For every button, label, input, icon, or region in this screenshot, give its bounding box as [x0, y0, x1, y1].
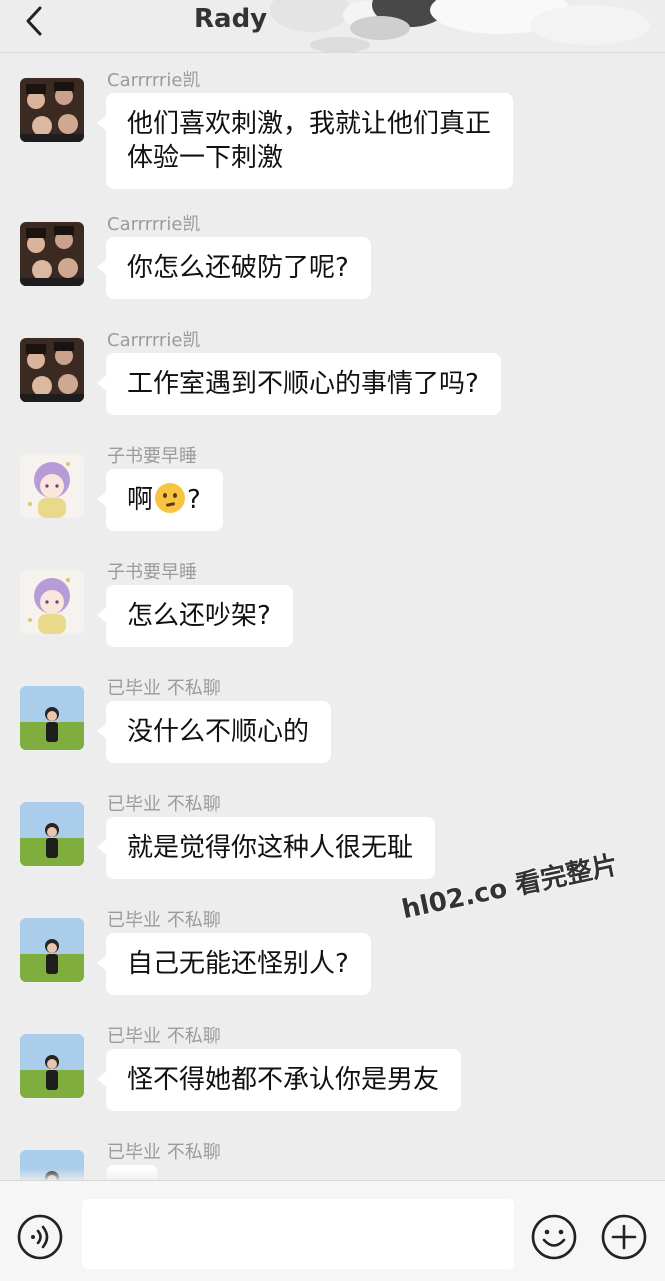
field-girl-avatar[interactable]: [20, 686, 84, 750]
message-text: 自己无能还怪别人?: [127, 949, 349, 979]
field-girl-avatar[interactable]: [20, 918, 84, 982]
message-bubble[interactable]: 他们喜欢刺激，我就让他们真正 体验一下刺激: [96, 93, 514, 189]
message-text: 他们喜欢刺激，我就让他们真正: [127, 109, 492, 139]
message-bubble[interactable]: 工作室遇到不顺心的事情了吗?: [97, 353, 501, 415]
message-input[interactable]: [82, 1199, 514, 1269]
group-photo-avatar[interactable]: [20, 78, 84, 142]
message-text: 没什么不顺心的: [127, 717, 310, 747]
voice-icon[interactable]: [16, 1213, 64, 1261]
field-girl-avatar[interactable]: [20, 1034, 84, 1098]
message-bubble[interactable]: 怪不得她都不承认你是男友: [96, 1049, 462, 1111]
sender-name: 已毕业 不私聊: [107, 910, 221, 931]
sender-name: 子书要早睡: [107, 562, 197, 583]
chat-title: Rady: [194, 4, 268, 34]
chevron-left-icon[interactable]: [18, 4, 52, 38]
message-text: 啊: [127, 485, 154, 515]
group-photo-avatar[interactable]: [20, 222, 84, 286]
sender-name: 已毕业 不私聊: [107, 678, 221, 699]
message-text: 怎么还吵架?: [127, 601, 271, 631]
anime-girl-avatar[interactable]: [20, 454, 84, 518]
message-bubble[interactable]: 啊?: [97, 469, 223, 531]
message-text-suffix: ?: [187, 485, 201, 515]
sender-name: Carrrrrie凯: [107, 70, 201, 91]
plus-icon[interactable]: [600, 1213, 648, 1261]
message-text: 体验一下刺激: [127, 143, 284, 173]
message-bubble[interactable]: 怎么还吵架?: [97, 585, 293, 647]
message-bubble[interactable]: 你怎么还破防了呢?: [97, 237, 371, 299]
sender-name: Carrrrrie凯: [107, 330, 201, 351]
group-photo-avatar[interactable]: [20, 338, 84, 402]
message-text: 怪不得她都不承认你是男友: [127, 1065, 440, 1095]
message-bubble[interactable]: 自己无能还怪别人?: [97, 933, 371, 995]
thinking-face-emoji: [155, 483, 186, 513]
message-text: 你怎么还破防了呢?: [127, 253, 349, 283]
sender-name: 已毕业 不私聊: [107, 1142, 221, 1163]
anime-girl-avatar[interactable]: [20, 570, 84, 634]
sender-name: 已毕业 不私聊: [107, 794, 221, 815]
message-bubble[interactable]: 没什么不顺心的: [96, 701, 332, 763]
input-bar: [0, 1180, 665, 1281]
message-text: 工作室遇到不顺心的事情了吗?: [127, 369, 479, 399]
smiley-icon[interactable]: [530, 1213, 578, 1261]
field-girl-avatar[interactable]: [20, 802, 84, 866]
ink-splash-decoration: [270, 0, 650, 53]
sender-name: Carrrrrie凯: [107, 214, 201, 235]
message-text: 就是觉得你这种人很无耻: [127, 833, 414, 863]
sender-name: 子书要早睡: [107, 446, 197, 467]
message-bubble[interactable]: 就是觉得你这种人很无耻: [96, 817, 436, 879]
sender-name: 已毕业 不私聊: [107, 1026, 221, 1047]
